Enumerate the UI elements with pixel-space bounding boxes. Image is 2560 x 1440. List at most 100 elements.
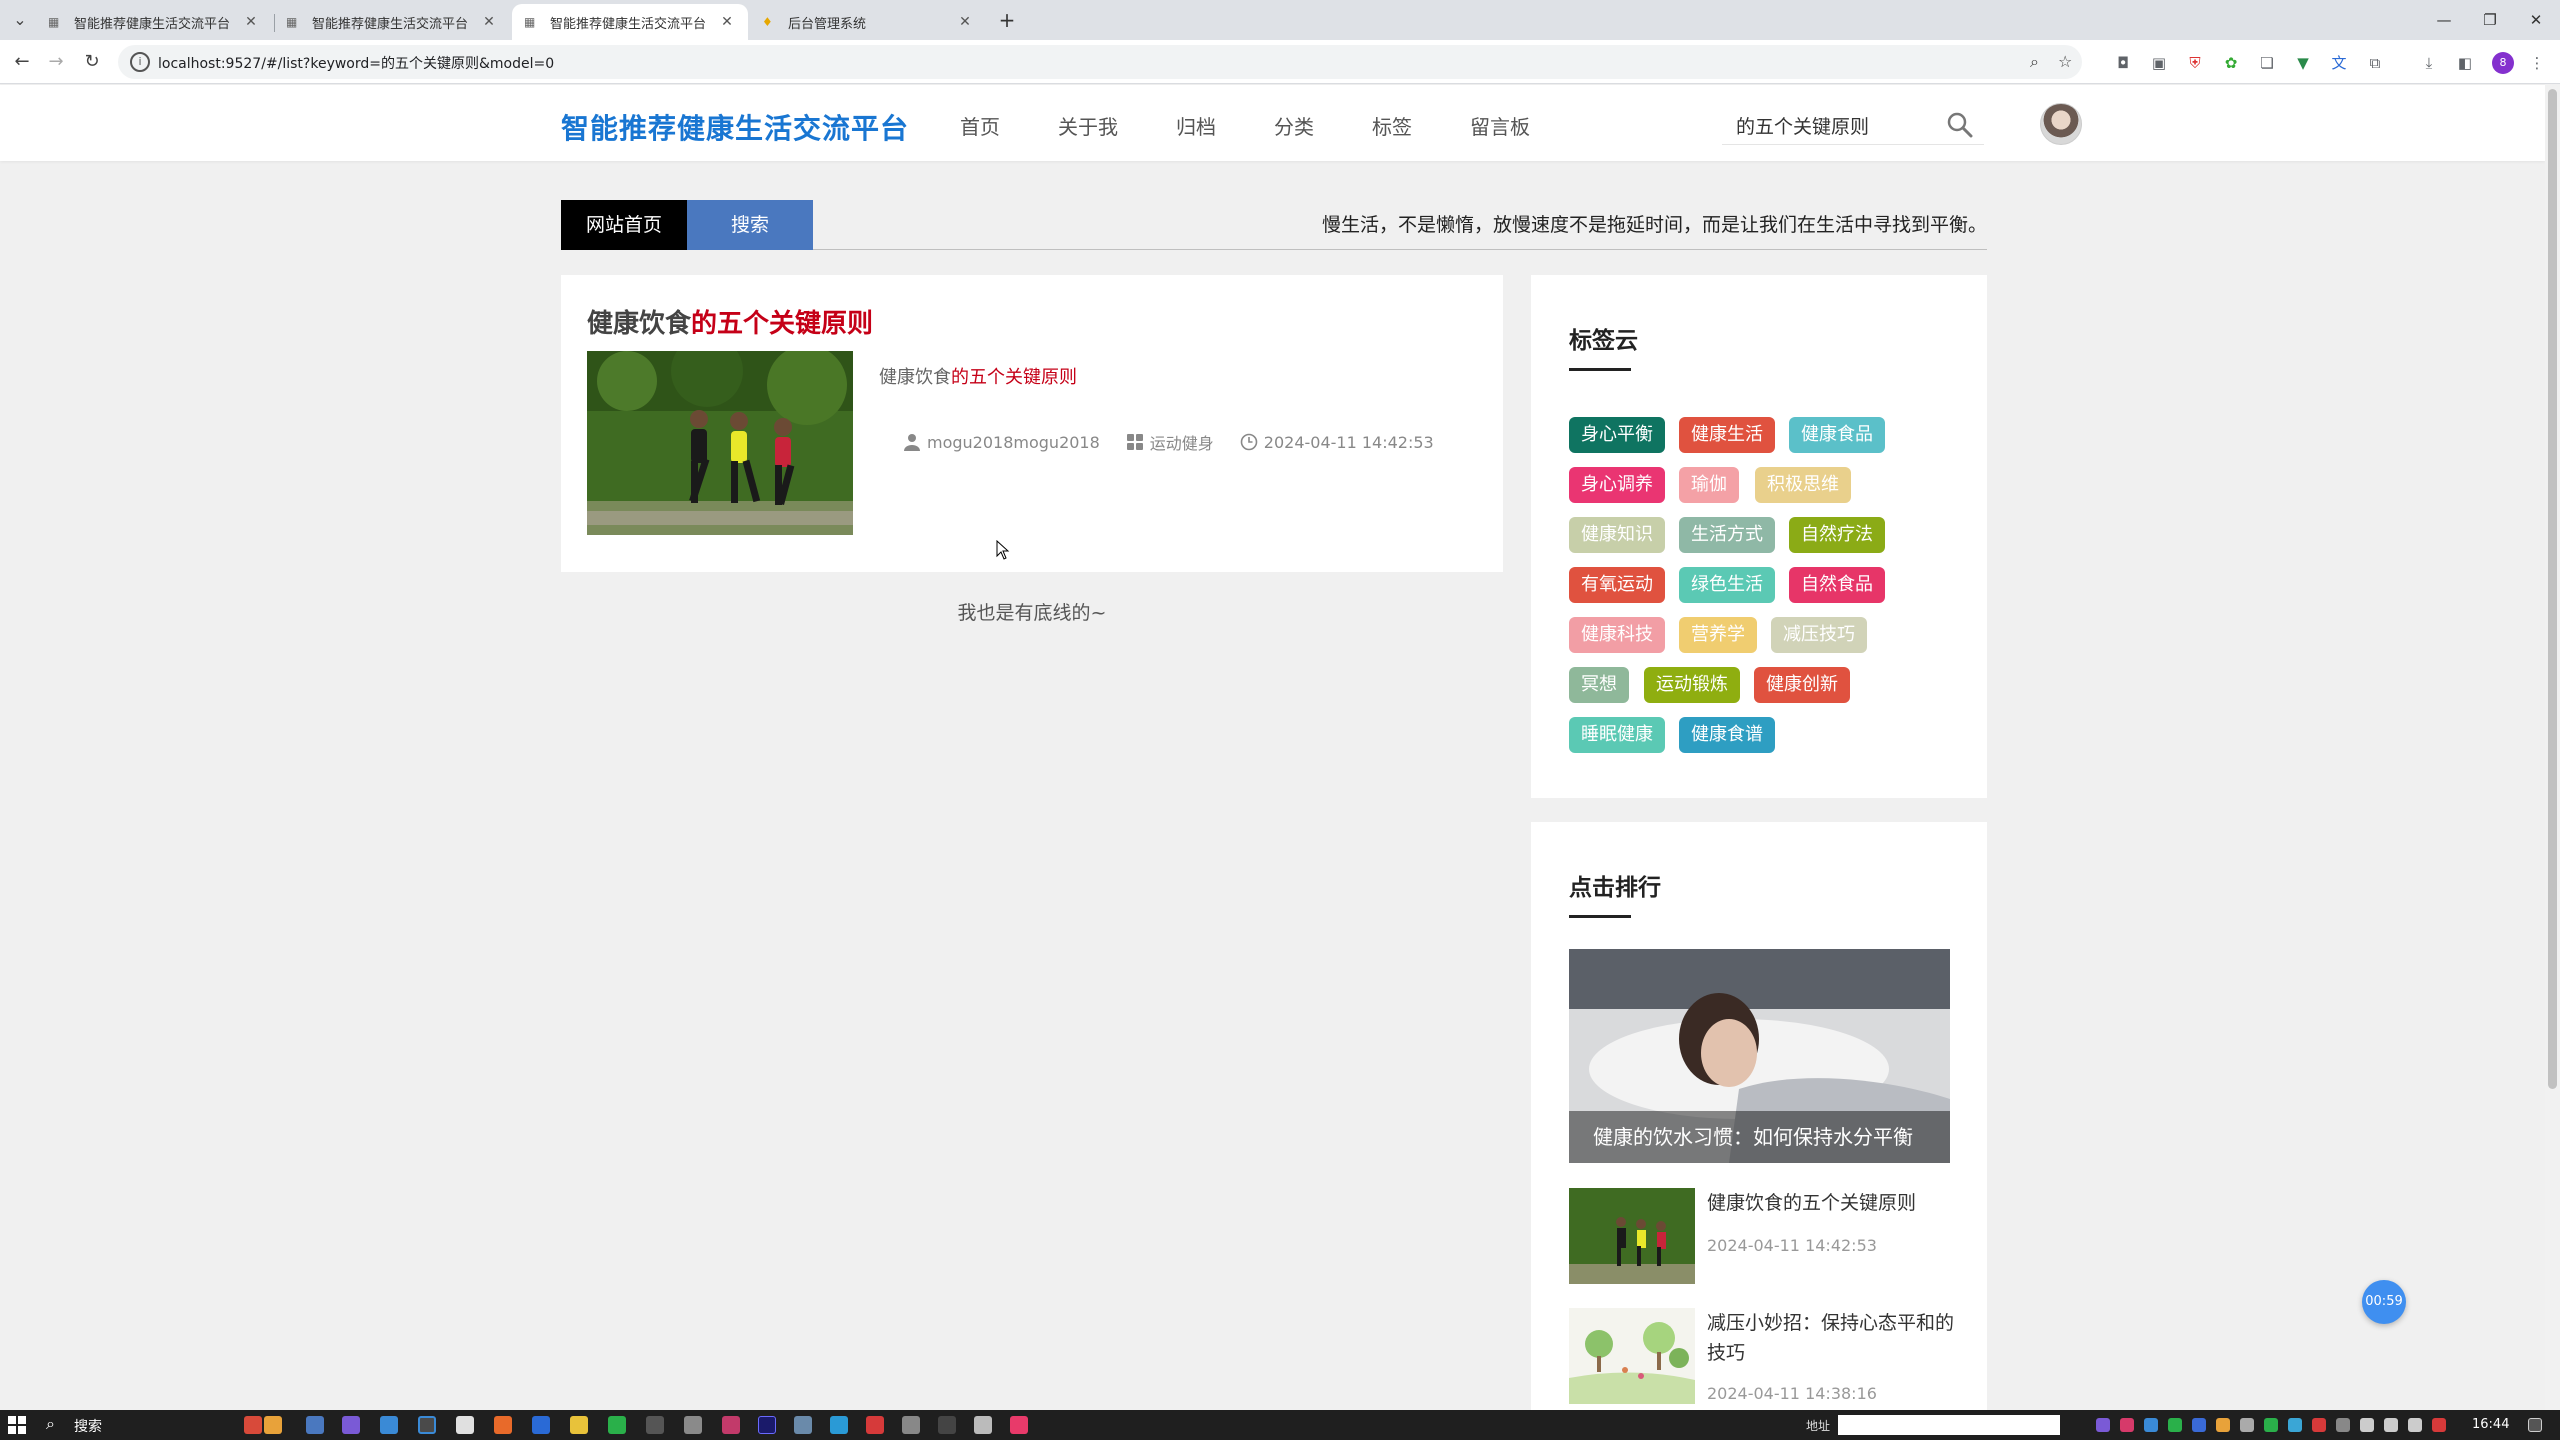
taskbar-ide-icon[interactable] [758, 1416, 776, 1434]
tag-item[interactable]: 身心调养 [1569, 467, 1665, 503]
tag-item[interactable]: 减压技巧 [1771, 617, 1867, 653]
tab-search-chevron-icon[interactable]: ⌄ [6, 6, 34, 34]
tag-item[interactable]: 健康知识 [1569, 517, 1665, 553]
tray-icon[interactable] [2336, 1418, 2350, 1432]
taskbar-app-icon[interactable] [380, 1416, 398, 1434]
ranking-hero-card[interactable]: 健康的饮水习惯：如何保持水分平衡 [1569, 949, 1950, 1163]
taskbar-app-icon[interactable] [866, 1416, 884, 1434]
browser-tab-active[interactable]: ▦ 智能推荐健康生活交流平台 ✕ [512, 4, 748, 40]
zoom-icon[interactable]: ⌕ [2030, 52, 2039, 72]
taskbar-app-icon[interactable] [1010, 1416, 1028, 1434]
translate-extension-icon[interactable]: 文 [2328, 52, 2350, 74]
taskbar-app-icon[interactable] [244, 1416, 262, 1434]
tray-icon[interactable] [2264, 1418, 2278, 1432]
copy-extension-icon[interactable]: ❏ [2256, 52, 2278, 74]
tag-item[interactable]: 健康食品 [1789, 417, 1885, 453]
taskbar-app-icon[interactable] [974, 1416, 992, 1434]
result-thumbnail[interactable] [587, 351, 853, 535]
tray-icon[interactable] [2144, 1418, 2158, 1432]
result-title[interactable]: 健康饮食的五个关键原则 [587, 303, 873, 340]
address-url[interactable]: localhost:9527/#/list?keyword=的五个关键原则&mo… [158, 53, 554, 73]
ranking-item-thumbnail[interactable] [1569, 1308, 1695, 1404]
taskbar-app-icon[interactable] [532, 1416, 550, 1434]
forward-arrow-icon[interactable]: → [42, 48, 70, 76]
notification-center-icon[interactable] [2528, 1418, 2542, 1432]
tag-item[interactable]: 有氧运动 [1569, 567, 1665, 603]
taskbar-chrome-icon[interactable] [418, 1416, 436, 1434]
taskbar-clock[interactable]: 16:44 [2472, 1417, 2509, 1432]
ranking-item[interactable]: 健康饮食的五个关键原则 2024-04-11 14:42:53 [1569, 1188, 1969, 1288]
tray-icon[interactable] [2216, 1418, 2230, 1432]
nav-tags[interactable]: 标签 [1372, 111, 1412, 140]
tray-icon[interactable] [2096, 1418, 2110, 1432]
floating-timer-badge[interactable]: 00:59 [2362, 1280, 2406, 1324]
browser-tab[interactable]: ▦ 智能推荐健康生活交流平台 ✕ [36, 4, 272, 40]
taskbar-app-icon[interactable] [794, 1416, 812, 1434]
taskbar-app-icon[interactable] [264, 1416, 282, 1434]
ranking-item-title[interactable]: 减压小妙招：保持心态平和的技巧 [1707, 1308, 1957, 1368]
taskbar-app-icon[interactable] [830, 1416, 848, 1434]
site-info-icon[interactable]: i [130, 52, 150, 72]
breadcrumb-home[interactable]: 网站首页 [561, 200, 687, 250]
search-input[interactable] [1736, 111, 1936, 139]
taskbar-search-label[interactable]: 搜索 [74, 1416, 102, 1436]
download-icon[interactable]: ⤓ [2418, 52, 2440, 74]
ime-tray-icon[interactable] [2408, 1418, 2422, 1432]
tab-close-icon[interactable]: ✕ [242, 14, 260, 30]
page-scrollbar[interactable] [2545, 85, 2560, 1410]
tag-item[interactable]: 自然疗法 [1789, 517, 1885, 553]
taskbar-app-icon[interactable] [684, 1416, 702, 1434]
taskbar-app-icon[interactable] [938, 1416, 956, 1434]
tray-icon[interactable] [2288, 1418, 2302, 1432]
reload-icon[interactable]: ↻ [78, 48, 106, 76]
tray-icon[interactable] [2120, 1418, 2134, 1432]
browser-menu-icon[interactable]: ⋮ [2526, 52, 2548, 74]
sogou-tray-icon[interactable] [2432, 1418, 2446, 1432]
tag-item[interactable]: 健康创新 [1754, 667, 1850, 703]
browser-tab[interactable]: ▦ 智能推荐健康生活交流平台 ✕ [274, 4, 510, 40]
profile-avatar-icon[interactable]: 8 [2492, 52, 2514, 74]
tray-icon[interactable] [2192, 1418, 2206, 1432]
side-panel-icon[interactable]: ◧ [2454, 52, 2476, 74]
search-icon[interactable] [1946, 111, 1974, 139]
new-tab-button[interactable]: + [995, 8, 1019, 32]
taskbar-folder-icon[interactable] [570, 1416, 588, 1434]
vue-devtools-icon[interactable]: ▼ [2292, 52, 2314, 74]
taskbar-wechat-icon[interactable] [608, 1416, 626, 1434]
ranking-item-thumbnail[interactable] [1569, 1188, 1695, 1284]
user-avatar[interactable] [2040, 103, 2082, 145]
breadcrumb-search[interactable]: 搜索 [687, 200, 813, 250]
tag-item[interactable]: 冥想 [1569, 667, 1629, 703]
result-category[interactable]: 运动健身 [1126, 430, 1214, 454]
taskbar-app-icon[interactable] [306, 1416, 324, 1434]
extensions-puzzle-icon[interactable]: ⧉ [2364, 52, 2386, 74]
tab-close-icon[interactable]: ✕ [956, 14, 974, 30]
taskbar-address-input[interactable] [1838, 1415, 2060, 1435]
address-bar[interactable]: i localhost:9527/#/list?keyword=的五个关键原则&… [118, 45, 2082, 79]
taskbar-app-icon[interactable] [722, 1416, 740, 1434]
tag-item[interactable]: 积极思维 [1755, 467, 1851, 503]
nav-about[interactable]: 关于我 [1058, 111, 1118, 140]
network-tray-icon[interactable] [2360, 1418, 2374, 1432]
taskbar-app-icon[interactable] [494, 1416, 512, 1434]
taskbar-search-icon[interactable]: ⌕ [46, 1414, 55, 1434]
bookmark-star-icon[interactable]: ☆ [2058, 52, 2072, 71]
taskbar-app-icon[interactable] [646, 1416, 664, 1434]
tray-icon[interactable] [2240, 1418, 2254, 1432]
tag-item[interactable]: 健康科技 [1569, 617, 1665, 653]
nav-home[interactable]: 首页 [960, 111, 1000, 140]
ranking-hero-caption[interactable]: 健康的饮水习惯：如何保持水分平衡 [1569, 1111, 1950, 1163]
scrollbar-thumb[interactable] [2548, 89, 2557, 1089]
shield-extension-icon[interactable]: ⛨ [2184, 52, 2206, 74]
ranking-item-title[interactable]: 健康饮食的五个关键原则 [1707, 1188, 1957, 1218]
tab-close-icon[interactable]: ✕ [480, 14, 498, 30]
site-logo[interactable]: 智能推荐健康生活交流平台 [561, 107, 909, 147]
puzzle-green-extension-icon[interactable]: ✿ [2220, 52, 2242, 74]
tag-item[interactable]: 自然食品 [1789, 567, 1885, 603]
taskbar-app-icon[interactable] [342, 1416, 360, 1434]
tab-close-icon[interactable]: ✕ [718, 14, 736, 30]
tag-item[interactable]: 生活方式 [1679, 517, 1775, 553]
tag-item[interactable]: 健康生活 [1679, 417, 1775, 453]
tray-icon[interactable] [2312, 1418, 2326, 1432]
screenshot-extension-icon[interactable]: ◘ [2112, 52, 2134, 74]
